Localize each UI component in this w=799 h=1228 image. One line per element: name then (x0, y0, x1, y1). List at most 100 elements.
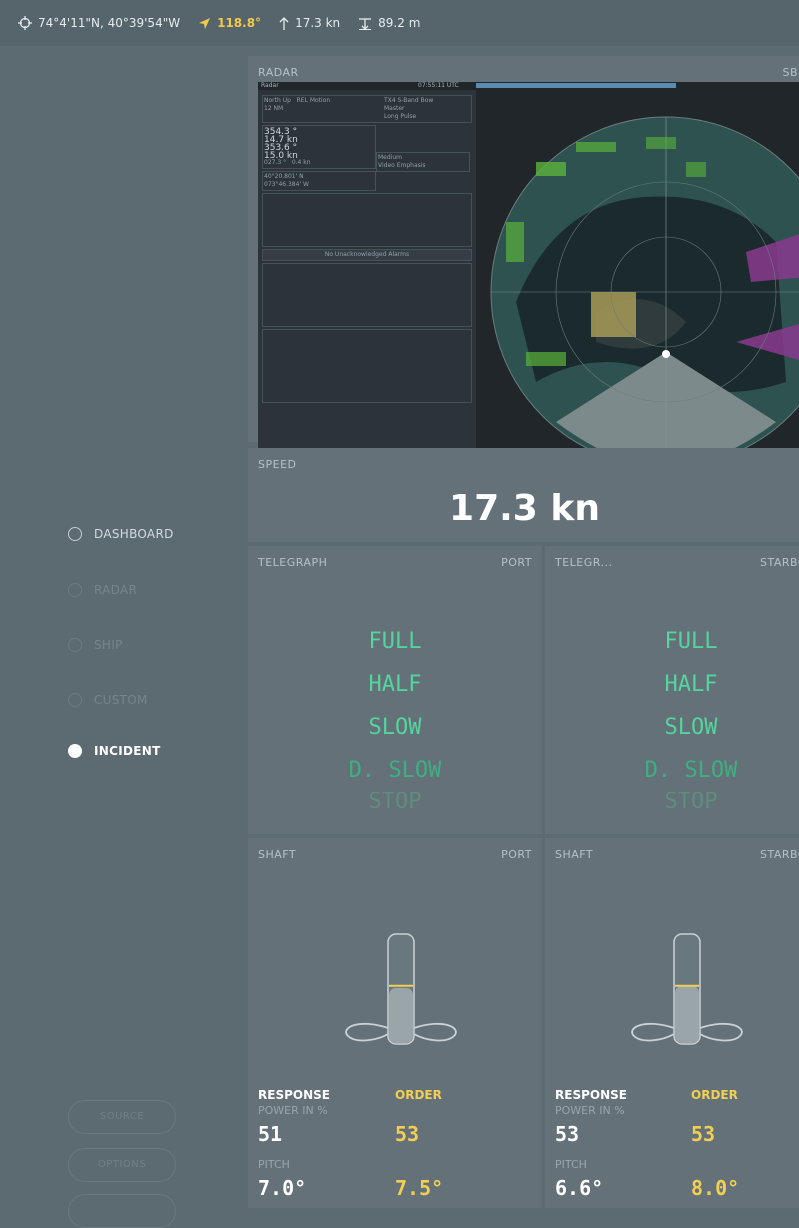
propeller-blade-right (413, 1023, 457, 1042)
telegraph-starboard-panel: TELEGR... STARBO FULL HALF SLOW D. SLOW … (545, 546, 799, 834)
extra-button[interactable] (68, 1194, 176, 1228)
radar-orientation[interactable]: North Up (264, 97, 291, 104)
radio-icon (68, 693, 82, 707)
radar-hdg: 354.3 ° (264, 127, 298, 135)
telegraph-levels: FULL HALF SLOW D. SLOW STOP (545, 620, 799, 812)
depth-icon (358, 17, 372, 30)
radar-title: RADAR (258, 66, 299, 79)
telegraph-title: TELEGR... (555, 556, 613, 569)
nav-item-ship[interactable]: SHIP (68, 638, 123, 652)
telegraph-level-full[interactable]: FULL (248, 620, 542, 663)
radar-motion[interactable]: REL Motion (297, 97, 331, 104)
response-label: RESPONSE (258, 1088, 330, 1102)
nav-item-dashboard[interactable]: DASHBOARD (68, 527, 174, 541)
shaft-gauge-port (345, 933, 457, 1045)
power-order-value: 53 (395, 1122, 420, 1146)
radar-set: 027.3 ° (264, 159, 287, 166)
telegraph-level-half[interactable]: HALF (248, 663, 542, 706)
speed-title: SPEED (258, 458, 297, 471)
radar-cog: 353.6 ° (264, 143, 298, 151)
depth-value: 89.2 m (378, 16, 421, 30)
pitch-label: PITCH (258, 1158, 290, 1171)
power-response-value: 53 (555, 1122, 580, 1146)
radar-range[interactable]: 12 NM (264, 105, 283, 112)
power-label: POWER IN % (258, 1104, 328, 1117)
position-readout: 74°4'11"N, 40°39'54"W (18, 16, 180, 30)
telegraph-title: TELEGRAPH (258, 556, 328, 569)
radar-drift: 0.4 kn (291, 159, 311, 166)
depth-readout: 89.2 m (358, 16, 420, 30)
nav-item-custom[interactable]: CUSTOM (68, 693, 148, 707)
radar-stw: 14.7 kn (264, 135, 298, 143)
propeller-blade-left (631, 1023, 675, 1042)
radio-icon (68, 527, 82, 541)
pitch-response-value: 7.0° (258, 1176, 307, 1200)
radar-side-label: SB (782, 66, 798, 79)
telegraph-levels: FULL HALF SLOW D. SLOW STOP (248, 620, 542, 812)
telegraph-level-half[interactable]: HALF (545, 663, 799, 706)
radar-alarms: No Unacknowledged Alarms (324, 251, 410, 258)
nav-item-radar[interactable]: RADAR (68, 583, 137, 597)
speed-value: 17.3 kn (449, 488, 600, 529)
pitch-order-value: 7.5° (395, 1176, 444, 1200)
status-bar: 74°4'11"N, 40°39'54"W 118.8° 17.3 kn 89.… (0, 0, 799, 46)
radar-ppi-display[interactable] (476, 82, 799, 492)
radio-selected-icon (68, 744, 82, 758)
telegraph-level-stop[interactable]: STOP (248, 792, 542, 812)
response-label: RESPONSE (555, 1088, 627, 1102)
radar-screen-title: Radar (261, 82, 279, 89)
pitch-order-value: 8.0° (691, 1176, 740, 1200)
radar-sog: 15.0 kn (264, 151, 298, 159)
telegraph-port-panel: TELEGRAPH PORT FULL HALF SLOW D. SLOW ST… (248, 546, 542, 834)
shaft-port-panel: SHAFT PORT RESPONSE ORDER POWER IN % 51 … (248, 838, 542, 1208)
speed-readout: 17.3 kn (279, 16, 340, 30)
radar-gain-mode[interactable]: Medium (378, 154, 402, 161)
telegraph-level-stop[interactable]: STOP (545, 792, 799, 812)
position-value: 74°4'11"N, 40°39'54"W (38, 16, 181, 30)
radar-control-sidebar: North Up REL Motion 12 NM TX4 S-Band Bow… (258, 90, 476, 492)
telegraph-level-dead-slow[interactable]: D. SLOW (248, 749, 542, 792)
speed-readout-value: 17.3 kn (295, 16, 341, 30)
pitch-label: PITCH (555, 1158, 587, 1171)
radar-screen-time: 07:55:11 UTC (418, 82, 459, 89)
pitch-response-value: 6.6° (555, 1176, 604, 1200)
shaft-gauge-starboard (631, 933, 743, 1045)
speed-panel: SPEED 17.3 kn (248, 448, 799, 542)
radar-target-box (591, 292, 636, 337)
source-button[interactable]: SOURCE (68, 1100, 176, 1134)
radar-band[interactable]: TX4 S-Band Bow (384, 97, 433, 104)
radar-screen[interactable]: Radar 07:55:11 UTC North Up REL Motion 1… (258, 82, 799, 492)
radar-master[interactable]: Master (384, 105, 405, 112)
order-label: ORDER (691, 1088, 738, 1102)
crosshair-icon (18, 16, 32, 30)
telegraph-level-dead-slow[interactable]: D. SLOW (545, 749, 799, 792)
radar-panel: RADAR SB Radar 07:55:11 UTC North Up REL… (248, 56, 799, 492)
radar-long-pulse[interactable]: Long Pulse (384, 113, 416, 120)
telegraph-side-label: PORT (501, 556, 532, 569)
shaft-response-fill (389, 987, 413, 1043)
propeller-blade-left (345, 1023, 389, 1042)
telegraph-side-label: STARBO (759, 556, 799, 569)
telegraph-level-slow[interactable]: SLOW (545, 706, 799, 749)
heading-readout: 118.8° (198, 16, 261, 30)
propeller-blade-right (699, 1023, 743, 1042)
radar-lon: 073°46.384' W (264, 181, 309, 188)
telegraph-level-slow[interactable]: SLOW (248, 706, 542, 749)
options-button[interactable]: OPTIONS (68, 1148, 176, 1182)
order-label: ORDER (395, 1088, 442, 1102)
shaft-response-fill (675, 985, 699, 1043)
own-ship-marker (662, 350, 670, 358)
radar-lat: 40°20.801' N (264, 173, 304, 180)
heading-arrow-icon (198, 17, 211, 30)
heading-value: 118.8° (217, 16, 262, 30)
radio-icon (68, 638, 82, 652)
arrow-up-icon (279, 16, 289, 30)
shaft-starboard-panel: SHAFT STARBO RESPONSE ORDER POWER IN % 5… (545, 838, 799, 1208)
nav-item-incident[interactable]: INCIDENT (68, 744, 161, 758)
telegraph-level-full[interactable]: FULL (545, 620, 799, 663)
power-response-value: 51 (258, 1122, 283, 1146)
radio-icon (68, 583, 82, 597)
power-order-value: 53 (691, 1122, 716, 1146)
power-label: POWER IN % (555, 1104, 625, 1117)
radar-video-emphasis[interactable]: Video Emphasis (378, 162, 426, 169)
